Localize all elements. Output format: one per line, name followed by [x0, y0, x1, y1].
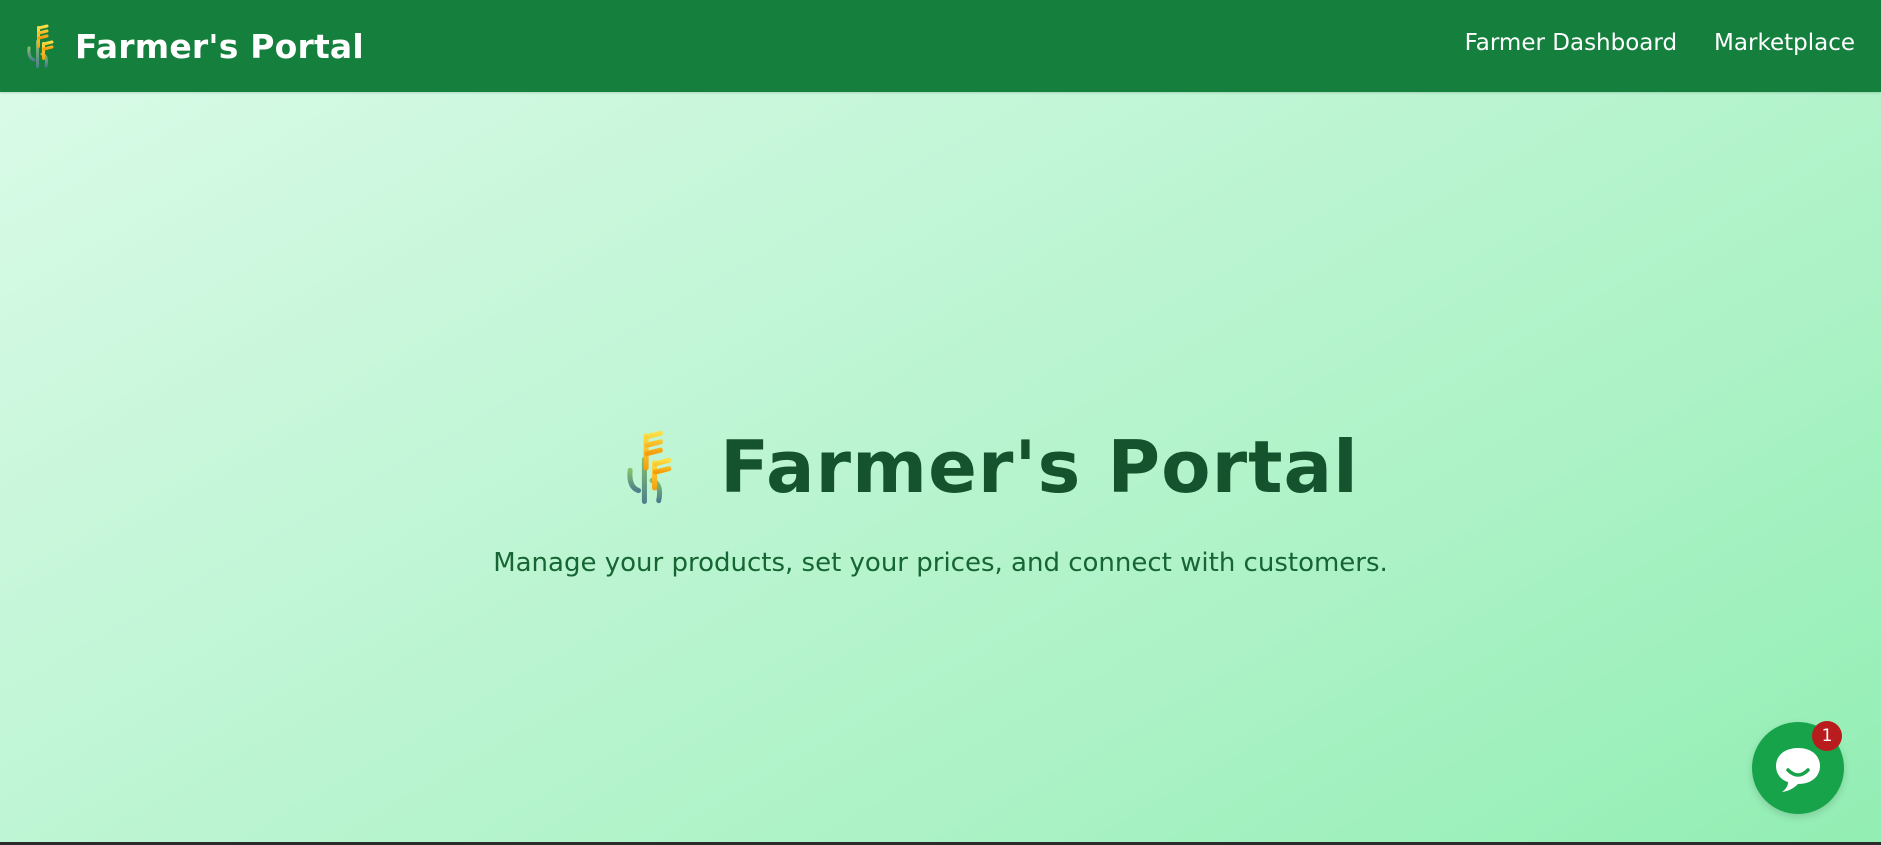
page: Farmer's Portal Farmer Dashboard Marketp… — [0, 0, 1881, 842]
wheat-icon — [27, 24, 54, 68]
brand-link[interactable]: Farmer's Portal — [26, 24, 364, 68]
brand-title: Farmer's Portal — [75, 26, 364, 66]
hero-title: Farmer's Portal — [720, 425, 1359, 509]
nav-link-marketplace[interactable]: Marketplace — [1714, 30, 1855, 56]
notification-badge: 1 — [1812, 721, 1842, 751]
hero-subtitle: Manage your products, set your prices, a… — [493, 548, 1388, 578]
hero-section: Farmer's Portal Manage your products, se… — [0, 92, 1881, 842]
wheat-icon — [627, 430, 672, 504]
hero-heading: Farmer's Portal — [624, 422, 1359, 512]
chat-bubble-icon — [1776, 748, 1820, 792]
nav-links: Farmer Dashboard Marketplace — [1465, 30, 1855, 56]
navbar: Farmer's Portal Farmer Dashboard Marketp… — [0, 0, 1881, 92]
nav-link-farmer-dashboard[interactable]: Farmer Dashboard — [1465, 30, 1677, 56]
